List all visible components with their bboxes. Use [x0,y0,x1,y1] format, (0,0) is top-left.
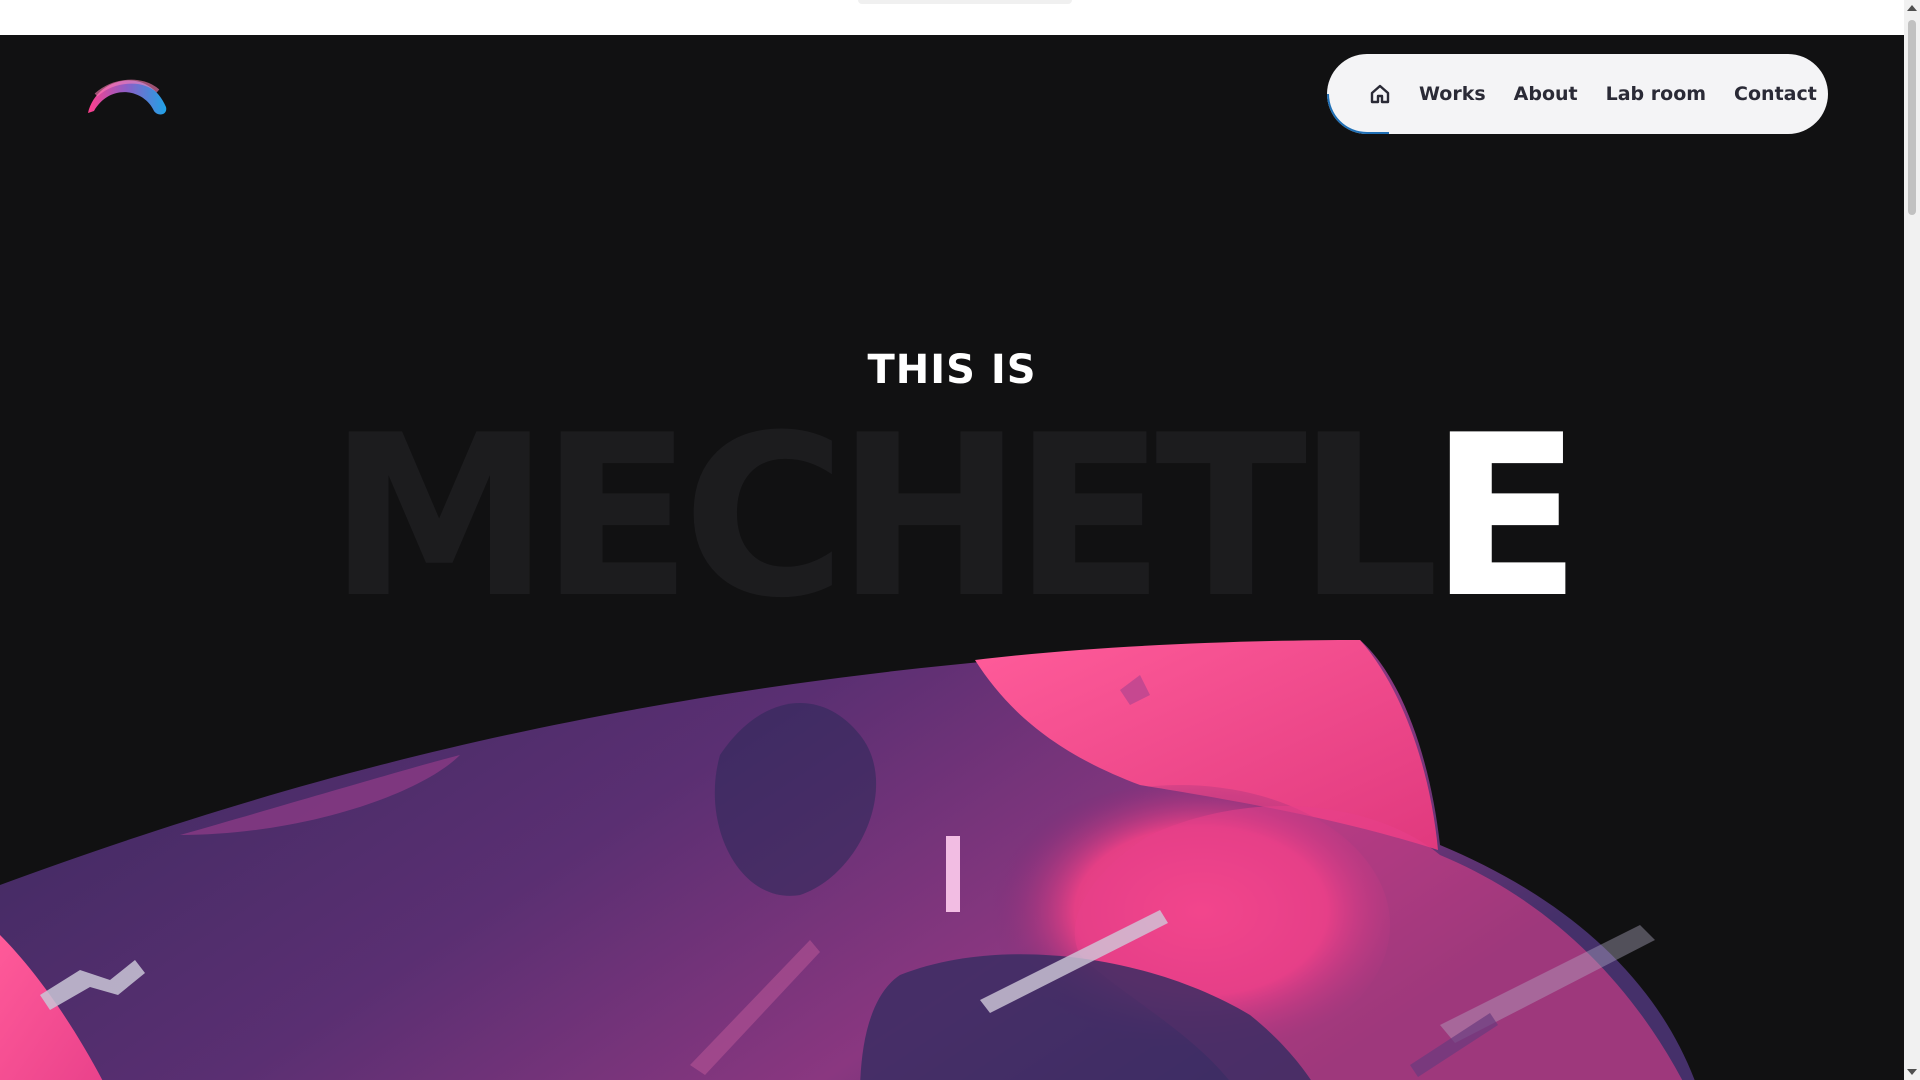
scroll-thumb[interactable] [1908,20,1916,215]
scroll-up-arrow-icon[interactable] [1907,5,1917,11]
nav-link-about[interactable]: About [1514,83,1578,105]
page: Works About Lab room Contact THIS IS MEC… [0,35,1904,1080]
scroll-down-arrow-icon[interactable] [1907,1069,1917,1075]
browser-top-bar [0,0,1904,35]
rainbow-arc-logo-icon[interactable] [86,65,170,119]
main-nav: Works About Lab room Contact [1327,54,1828,134]
text-cursor [946,836,960,912]
nav-link-lab-room[interactable]: Lab room [1606,83,1706,105]
nav-link-works[interactable]: Works [1419,83,1486,105]
top-tab-indicator [858,0,1072,4]
nav-link-contact[interactable]: Contact [1734,83,1817,105]
home-icon[interactable] [1367,81,1393,107]
scrollbar[interactable] [1904,0,1920,1080]
